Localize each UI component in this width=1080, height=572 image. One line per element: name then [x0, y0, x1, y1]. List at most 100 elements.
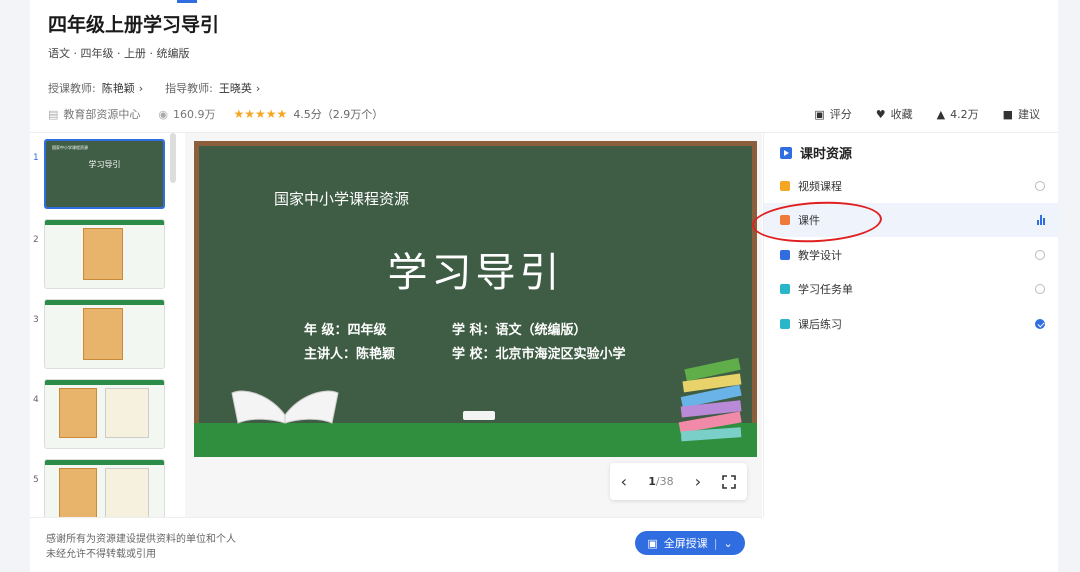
fullscreen-label: 全屏授课: [663, 537, 708, 550]
design-tools-icon: [780, 250, 790, 260]
page-current: 1: [648, 475, 656, 488]
building-icon: ▤: [48, 107, 59, 121]
thumb-number: 4: [33, 395, 39, 405]
page-indicator: 1/38: [648, 475, 673, 488]
resource-item-lesson-design[interactable]: 教学设计: [764, 238, 1059, 272]
thumb-title: 学习导引: [88, 160, 121, 169]
slide-thumbnail[interactable]: [44, 219, 165, 289]
next-slide-button[interactable]: ›: [695, 472, 701, 491]
rating-text: 4.5分（2.9万个）: [293, 108, 384, 121]
resource-panel: 课时资源 视频课程 课件 教学设计 学习任务单 课后练习: [763, 133, 1059, 517]
thumb-number: 5: [33, 475, 39, 485]
slide-thumbnail[interactable]: 国家中小学课程资源 学习导引: [44, 139, 165, 209]
resource-item-label: 课后练习: [798, 318, 842, 331]
like-count: 4.2万: [950, 108, 979, 121]
slide-thumbnail[interactable]: [44, 379, 165, 449]
chevron-right-icon: ›: [138, 82, 144, 95]
resource-item-video[interactable]: 视频课程: [764, 169, 1059, 203]
eye-icon: ◉: [158, 107, 169, 121]
teacher-name[interactable]: 陈艳颖: [102, 82, 135, 95]
slide-org: 国家中小学课程资源: [274, 190, 410, 208]
chevron-right-icon: ›: [255, 82, 261, 95]
book-stack-icon: [678, 357, 742, 442]
thumb-number: 3: [33, 315, 39, 325]
source-text: 教育部资源中心: [63, 108, 141, 121]
screen-icon: ▣: [647, 536, 658, 550]
resource-item-label: 视频课程: [798, 180, 842, 193]
slide-subject: 学 科：语文（统编版）: [452, 323, 587, 338]
footer: 感谢所有为资源建设提供资料的单位和个人 未经允许不得转载或引用 ▣ 全屏授课 |…: [30, 517, 762, 572]
teacher-info: 授课教师: 陈艳颖 › 指导教师: 王晓英 ›: [48, 80, 260, 96]
thumb-preview: [45, 460, 164, 517]
footer-line-1: 感谢所有为资源建设提供资料的单位和个人: [46, 534, 236, 545]
footer-text: 感谢所有为资源建设提供资料的单位和个人 未经允许不得转载或引用: [46, 532, 236, 562]
slide-pager: ‹ 1/38 ›: [610, 463, 747, 500]
slide-floor: [194, 423, 757, 457]
slide-title: 学习导引: [387, 250, 564, 296]
status-circle-icon: [1035, 284, 1045, 294]
source-info: ▤ 教育部资源中心: [48, 106, 140, 122]
status-circle-icon: [1035, 181, 1045, 191]
chalk-eraser: [463, 411, 495, 420]
slide-stage: 国家中小学课程资源 学习导引 年 级：四年级 学 科：语文（统编版） 主讲人：陈…: [185, 133, 762, 517]
slide-school: 学 校：北京市海淀区实验小学: [452, 347, 626, 362]
status-circle-icon: [1035, 250, 1045, 260]
slide-speaker: 主讲人：陈艳颖: [304, 347, 396, 362]
list-icon: [780, 319, 790, 329]
play-icon: [780, 146, 792, 159]
page-total: /38: [655, 475, 674, 488]
slide-thumbnails: 1 国家中小学课程资源 学习导引 2 3 4 5: [30, 133, 185, 517]
resource-item-task-sheet[interactable]: 学习任务单: [764, 272, 1059, 306]
resource-heading-text: 课时资源: [800, 147, 853, 162]
top-accent: [177, 0, 197, 3]
separator: |: [713, 536, 718, 550]
slide-thumbnail[interactable]: [44, 459, 165, 517]
resource-item-label: 教学设计: [798, 249, 842, 262]
teacher-link[interactable]: 授课教师: 陈艳颖 ›: [48, 80, 143, 96]
footer-line-2: 未经允许不得转载或引用: [46, 549, 156, 560]
slide-thumbnail[interactable]: [44, 299, 165, 369]
heart-icon: ♥: [875, 107, 886, 121]
meta-bar: ▤ 教育部资源中心 ◉ 160.9万 ★★★★★ 4.5分（2.9万个）: [48, 106, 401, 122]
thumbnail-scrollbar[interactable]: [170, 133, 176, 183]
action-bar: ▣ 评分 ♥ 收藏 ▲ 4.2万 ■ 建议: [814, 106, 1040, 122]
teacher-label: 授课教师:: [48, 82, 96, 95]
thumb-preview: [45, 220, 164, 288]
check-circle-icon: [1035, 319, 1045, 329]
page-title: 四年级上册学习导引: [48, 14, 220, 36]
thumb-preview: 国家中小学课程资源 学习导引: [46, 141, 163, 207]
views-count: 160.9万: [173, 108, 216, 121]
like-button[interactable]: ▲ 4.2万: [937, 106, 979, 122]
advisor-link[interactable]: 指导教师: 王晓英 ›: [165, 80, 260, 96]
video-icon: [780, 181, 790, 191]
advisor-label: 指导教师:: [165, 82, 213, 95]
open-book-icon: [231, 390, 339, 424]
resource-heading: 课时资源: [780, 143, 852, 162]
feedback-icon: ■: [1002, 107, 1013, 121]
star-rating-icon: ★★★★★: [233, 107, 288, 121]
chevron-down-icon[interactable]: ⌄: [723, 537, 732, 550]
fullscreen-teach-button[interactable]: ▣ 全屏授课 | ⌄: [635, 531, 745, 555]
resource-item-exercise[interactable]: 课后练习: [764, 307, 1059, 341]
prev-slide-button[interactable]: ‹: [621, 472, 627, 491]
rating-info: ★★★★★ 4.5分（2.9万个）: [234, 106, 384, 122]
fullscreen-icon[interactable]: [722, 474, 737, 489]
advisor-name[interactable]: 王晓英: [219, 82, 252, 95]
rate-button[interactable]: ▣ 评分: [814, 106, 851, 122]
resource-item-label: 学习任务单: [798, 283, 853, 296]
favorite-button[interactable]: ♥ 收藏: [876, 106, 913, 122]
thumb-number: 2: [33, 235, 39, 245]
favorite-label: 收藏: [890, 108, 913, 121]
thumb-number: 1: [33, 153, 39, 163]
clipboard-icon: [780, 284, 790, 294]
suggest-button[interactable]: ■ 建议: [1003, 106, 1040, 122]
comment-icon: ▣: [814, 107, 825, 121]
page-subtitle: 语文 · 四年级 · 上册 · 统编版: [48, 47, 190, 60]
playing-bars-icon: [1037, 215, 1045, 225]
rate-label: 评分: [829, 108, 852, 121]
page: 四年级上册学习导引 语文 · 四年级 · 上册 · 统编版 授课教师: 陈艳颖 › …: [30, 0, 1059, 572]
slide-grade: 年 级：四年级: [304, 323, 387, 338]
suggest-label: 建议: [1018, 108, 1040, 121]
thumb-preview: [45, 300, 164, 368]
views-info: ◉ 160.9万: [158, 106, 215, 122]
